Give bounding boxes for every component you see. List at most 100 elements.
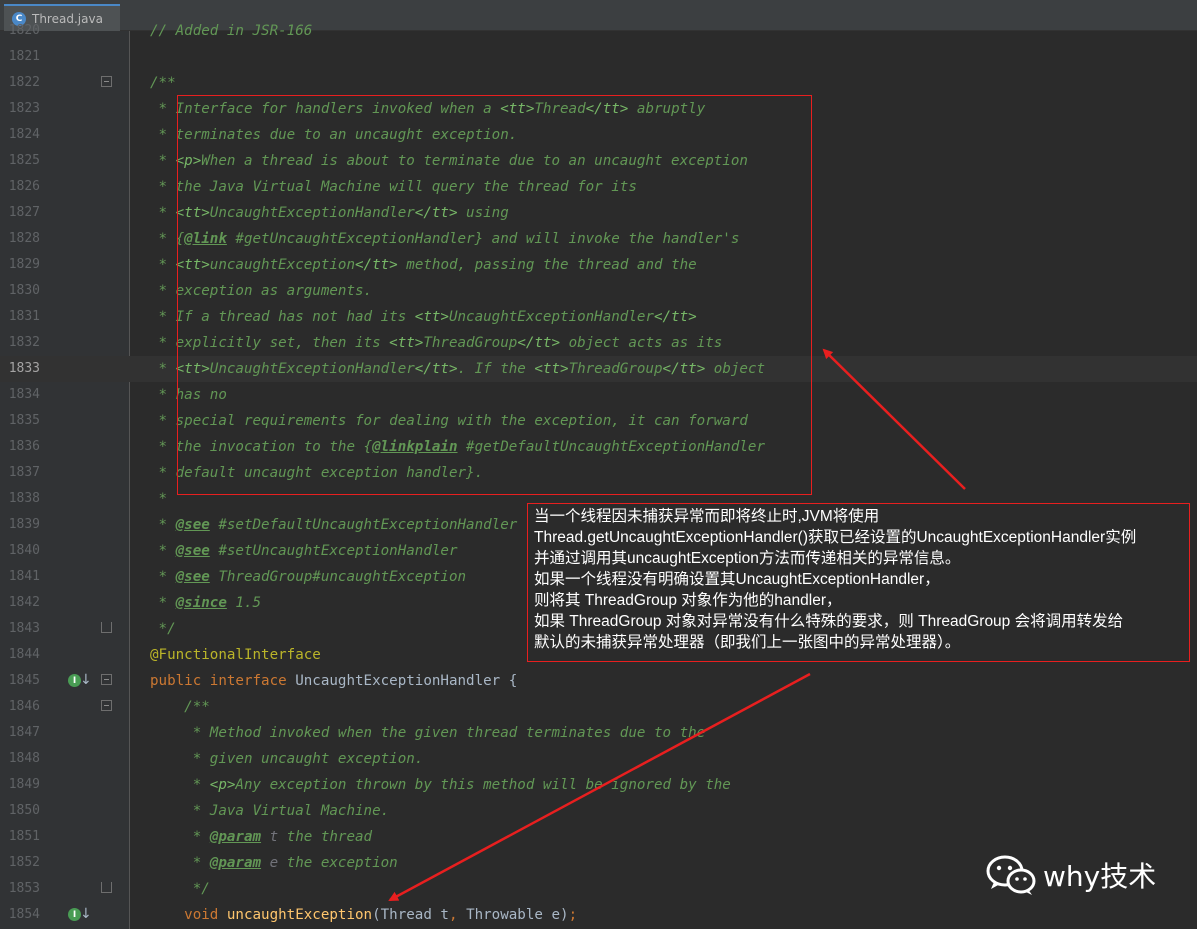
code-text: * @see ThreadGroup#uncaughtException	[150, 564, 467, 590]
line-number: 1848	[8, 751, 40, 766]
code-text: * Java Virtual Machine.	[150, 798, 389, 824]
code-token: *	[150, 595, 176, 611]
code-token: *	[150, 205, 176, 221]
line-number: 1831	[8, 309, 40, 324]
line-number: 1823	[8, 101, 40, 116]
callout-line: Thread.getUncaughtExceptionHandler()获取已经…	[534, 529, 1137, 546]
code-text: * <p>Any exception thrown by this method…	[150, 772, 731, 798]
fold-marker-icon[interactable]	[101, 76, 112, 87]
line-number: 1839	[8, 517, 40, 532]
code-line[interactable]: 1849 * <p>Any exception thrown by this m…	[0, 772, 1197, 798]
line-number: 1821	[8, 49, 40, 64]
code-text: // Added in JSR-166	[150, 18, 312, 44]
callout-line: 如果一个线程没有明确设置其UncaughtExceptionHandler，	[534, 571, 940, 588]
line-number: 1832	[8, 335, 40, 350]
code-text: /**	[150, 694, 210, 720]
line-number: 1854	[8, 907, 40, 922]
line-number: 1833	[8, 361, 40, 376]
line-number: 1850	[8, 803, 40, 818]
code-token: *	[150, 361, 176, 377]
code-line[interactable]: 1848 * given uncaught exception.	[0, 746, 1197, 772]
code-line[interactable]: 1820 // Added in JSR-166	[0, 18, 1197, 44]
code-token: Any exception thrown by this method will…	[235, 777, 731, 793]
code-token: the exception	[278, 855, 398, 871]
code-token: */	[150, 621, 176, 637]
code-token: Throwable e)	[466, 907, 569, 923]
code-text: * @param e the exception	[150, 850, 398, 876]
code-line[interactable]: 1846 /**	[0, 694, 1197, 720]
code-token: *	[150, 491, 168, 507]
code-token: @since	[175, 595, 227, 611]
code-token: *	[150, 855, 210, 871]
line-number: 1846	[8, 699, 40, 714]
code-token: UncaughtExceptionHandler {	[295, 673, 518, 689]
line-number: 1836	[8, 439, 40, 454]
line-number: 1826	[8, 179, 40, 194]
code-token: #setUncaughtExceptionHandler	[209, 543, 458, 559]
code-token: the thread	[278, 829, 373, 845]
line-number: 1843	[8, 621, 40, 636]
code-line[interactable]: 1854 void uncaughtException(Thread t, Th…	[0, 902, 1197, 928]
line-number: 1838	[8, 491, 40, 506]
line-number: 1824	[8, 127, 40, 142]
line-number: 1820	[8, 23, 40, 38]
fold-marker-icon[interactable]	[101, 700, 112, 711]
watermark: why技术	[985, 850, 1175, 900]
code-text: /**	[150, 70, 176, 96]
line-number: 1837	[8, 465, 40, 480]
code-token: ThreadGroup#uncaughtException	[209, 569, 467, 585]
code-line[interactable]: 1847 * Method invoked when the given thr…	[0, 720, 1197, 746]
fold-end-icon[interactable]	[101, 882, 112, 893]
code-line[interactable]: 1850 * Java Virtual Machine.	[0, 798, 1197, 824]
fold-marker-icon[interactable]	[101, 674, 112, 685]
code-text: * given uncaught exception.	[150, 746, 424, 772]
line-number: 1835	[8, 413, 40, 428]
code-text: * Method invoked when the given thread t…	[150, 720, 706, 746]
code-token: void	[150, 907, 227, 923]
code-token: public interface	[150, 673, 296, 689]
code-line[interactable]: 1822 /**	[0, 70, 1197, 96]
line-number: 1829	[8, 257, 40, 272]
callout-line: 则将其 ThreadGroup 对象作为他的handler，	[534, 592, 842, 609]
code-token: (Thread t	[372, 907, 449, 923]
implemented-by-icon[interactable]: I ↓	[68, 906, 92, 924]
code-token: *	[150, 153, 176, 169]
fold-end-icon[interactable]	[101, 622, 112, 633]
code-text: void uncaughtException(Thread t, Throwab…	[150, 902, 577, 928]
line-number: 1849	[8, 777, 40, 792]
line-number: 1840	[8, 543, 40, 558]
code-text: */	[150, 876, 210, 902]
callout-line: 默认的未捕获异常处理器（即我们上一张图中的异常处理器）。	[534, 634, 961, 651]
code-token: // Added in JSR-166	[150, 23, 313, 39]
code-token: <p>	[209, 777, 236, 793]
code-token: *	[150, 829, 210, 845]
line-number: 1841	[8, 569, 40, 584]
code-token: * Method invoked when the given thread t…	[150, 725, 706, 741]
callout-line: 如果 ThreadGroup 对象对异常没有什么特殊的要求，则 ThreadGr…	[534, 613, 1124, 630]
line-number: 1842	[8, 595, 40, 610]
code-line[interactable]: 1845 public interface UncaughtExceptionHa…	[0, 668, 1197, 694]
line-number: 1834	[8, 387, 40, 402]
line-number: 1845	[8, 673, 40, 688]
callout-line: 并通过调用其uncaughtException方法而传递相关的异常信息。	[534, 550, 961, 567]
code-token: * given uncaught exception.	[150, 751, 424, 767]
code-token: *	[150, 569, 176, 585]
watermark-text: why技术	[1043, 860, 1157, 893]
code-line[interactable]: 1851 * @param t the thread	[0, 824, 1197, 850]
code-text: * @since 1.5	[150, 590, 262, 616]
implemented-by-icon[interactable]: I ↓	[68, 672, 92, 690]
code-text: * @param t the thread	[150, 824, 372, 850]
code-token: /**	[150, 699, 210, 715]
code-text: */	[150, 616, 176, 642]
code-token: *	[150, 777, 210, 793]
code-token: *	[150, 257, 176, 273]
code-line[interactable]: 1821	[0, 44, 1197, 70]
line-number: 1853	[8, 881, 40, 896]
code-text: @FunctionalInterface	[150, 642, 321, 668]
code-token: t	[261, 829, 279, 845]
code-token: @FunctionalInterface	[150, 647, 321, 663]
line-number: 1851	[8, 829, 40, 844]
code-text: *	[150, 486, 168, 512]
code-token: @param	[209, 829, 262, 845]
code-text: * @see #setDefaultUncaughtExceptionHandl…	[150, 512, 518, 538]
